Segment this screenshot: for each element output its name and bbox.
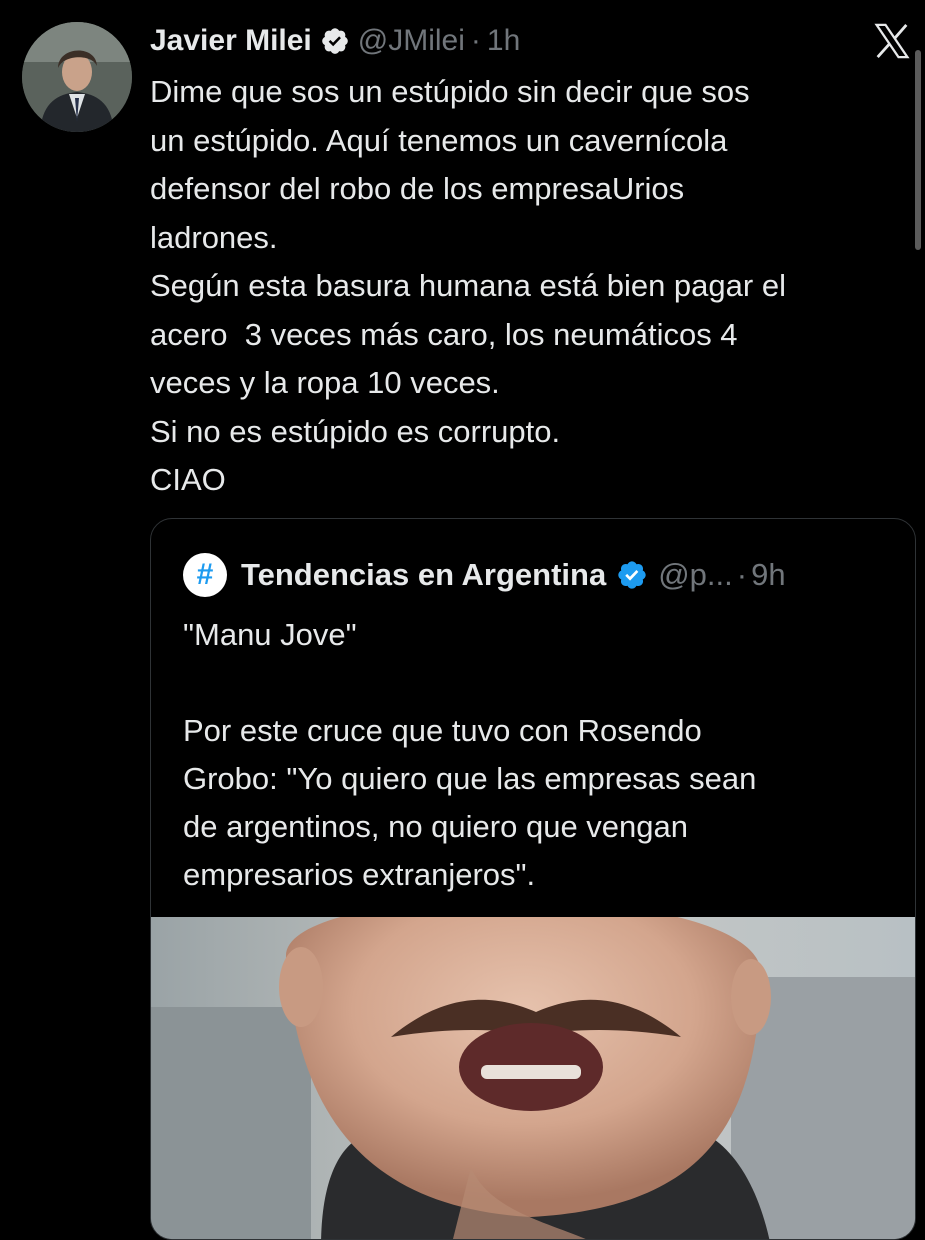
quoted-author-handle[interactable]: @p... [658,557,733,593]
tweet-text-line: ladrones. [150,219,278,255]
tweet-text-line: Según esta basura humana está bien pagar… [150,268,786,303]
x-logo-icon[interactable] [871,20,913,62]
author-avatar[interactable] [22,22,132,132]
tweet-text-line: Si no es estúpido es corrupto. [150,413,561,449]
verified-badge-icon [616,559,648,591]
quoted-author-name[interactable]: Tendencias en Argentina [241,557,606,593]
tweet-text-line: acero 3 veces más caro, los neumáticos 4 [150,316,738,352]
quoted-tweet-text-line: de argentinos, no quiero que vengan [183,809,689,844]
separator-dot: · [736,557,748,592]
quoted-tweet-card[interactable]: # Tendencias en Argentina @p... · 9h "Ma… [150,518,916,1240]
quoted-tweet-text: "Manu Jove" Por este cruce que tuvo con … [183,611,903,899]
quoted-tweet-header: # Tendencias en Argentina @p... · 9h [183,553,786,597]
quoted-tweet-text-line: Grobo: "Yo quiero que las empresas sean [183,761,757,796]
quoted-tweet-title: "Manu Jove" [183,617,357,652]
quoted-tweet-text-line: Por este cruce que tuvo con Rosendo [183,713,702,748]
tweet-text-line: un estúpido. Aquí tenemos un cavernícola [150,122,728,158]
tweet-text-line: defensor del robo de los empresaUrios [150,171,685,206]
tweet-text-line: veces y la ropa 10 veces. [150,365,500,400]
tweet-text-line: CIAO [150,462,226,497]
tweet-time[interactable]: 1h [487,24,520,58]
author-handle[interactable]: @JMilei [358,24,465,58]
quoted-tweet-time[interactable]: 9h [751,557,785,593]
quoted-author-avatar[interactable]: # [183,553,227,597]
separator-dot: · [470,24,481,57]
tweet-header: Javier Milei @JMilei · 1h [150,20,520,62]
tweet-text-line: Dime que sos un estúpido sin decir que s… [150,74,750,109]
scrollbar[interactable] [915,50,921,250]
quoted-tweet-video-thumbnail[interactable] [151,917,915,1239]
author-name[interactable]: Javier Milei [150,24,312,58]
verified-badge-icon [320,26,350,56]
quoted-tweet-text-line: empresarios extranjeros". [183,857,536,892]
tweet-text: Dime que sos un estúpido sin decir que s… [150,68,910,505]
